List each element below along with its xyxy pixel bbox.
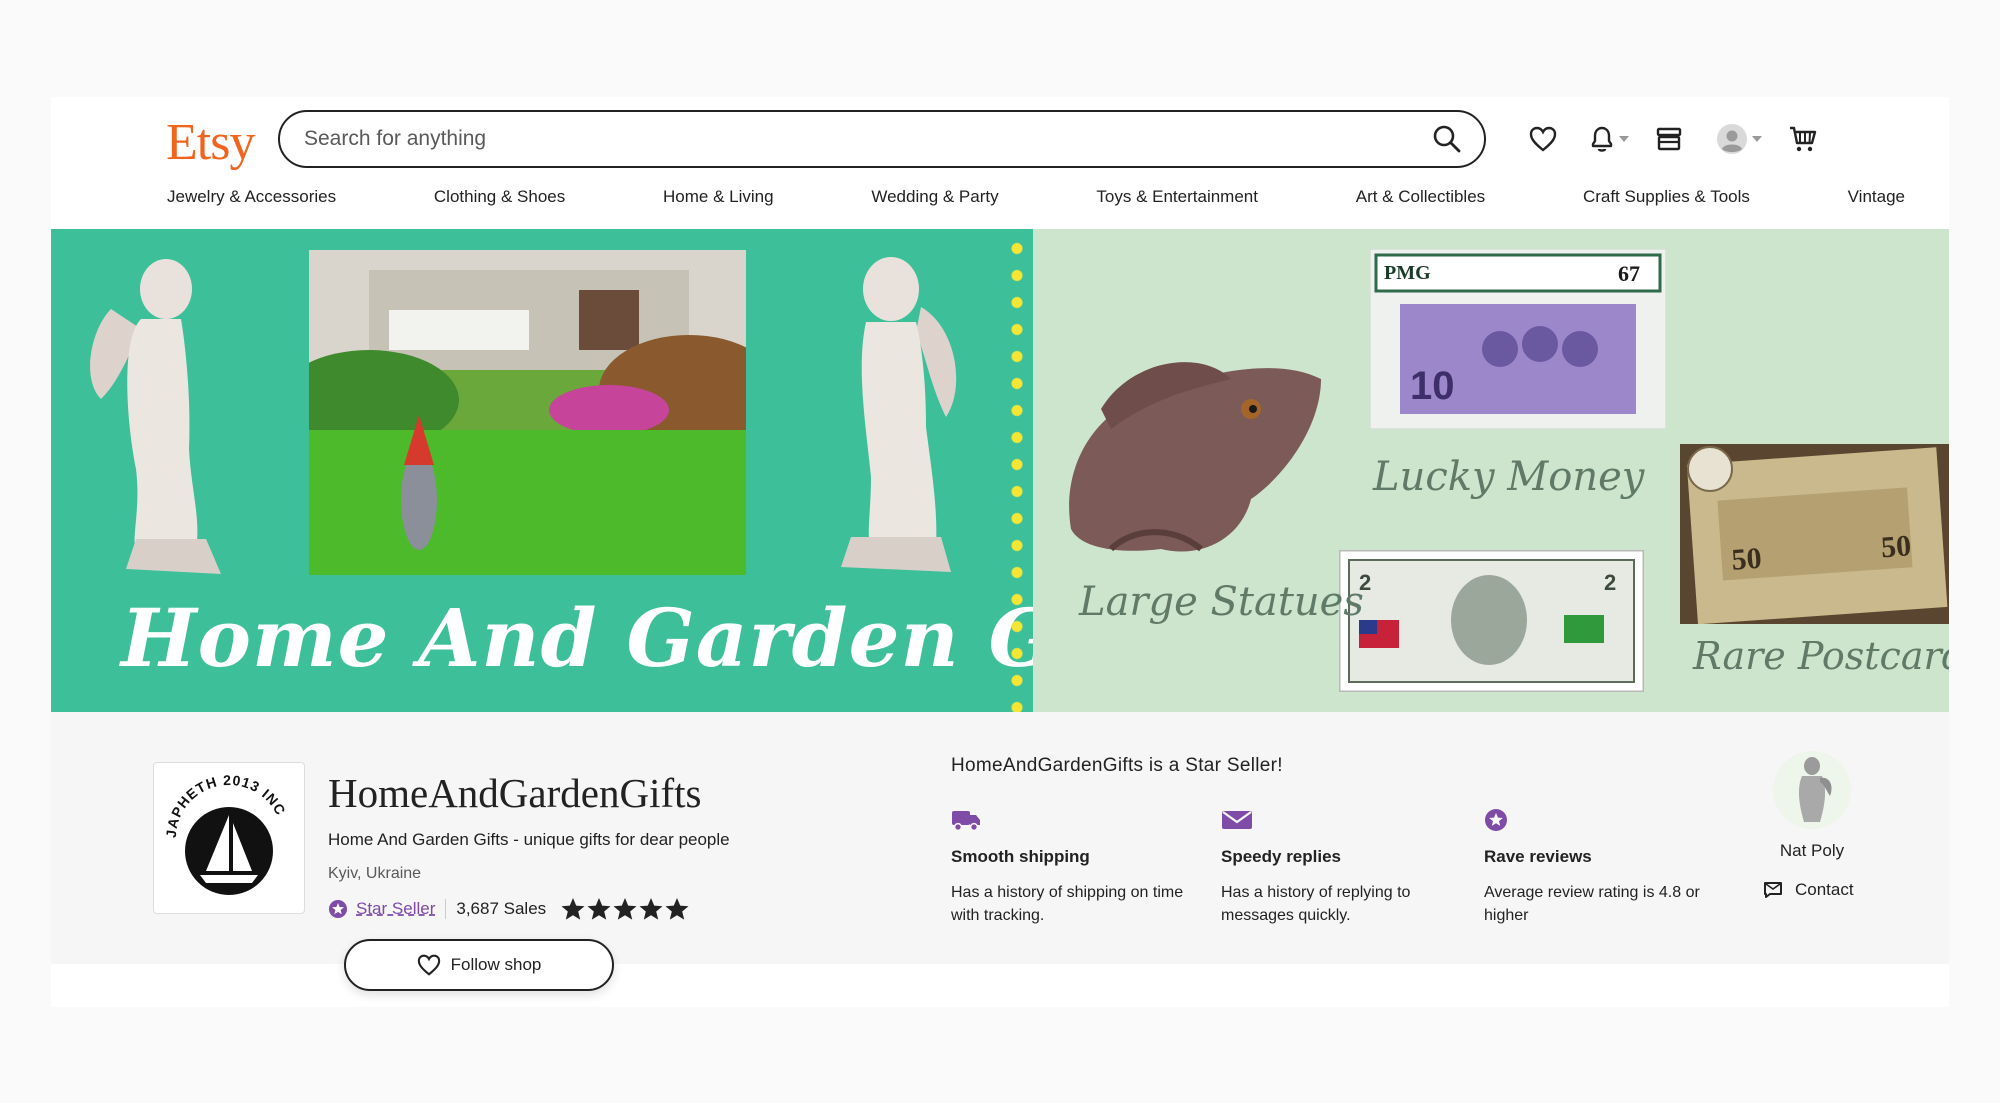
shop-meta: Star Seller 3,687 Sales	[328, 897, 690, 921]
message-icon	[1764, 882, 1782, 898]
angel-statue-image	[90, 259, 221, 574]
banner-dot-divider	[1006, 229, 1028, 712]
shop-icon	[1656, 127, 1682, 151]
svg-text:50: 50	[1730, 542, 1762, 577]
frog-statue-image	[1069, 362, 1321, 552]
avatar-icon	[1717, 124, 1747, 154]
etsy-logo[interactable]: Etsy	[166, 113, 255, 172]
banner-title: Home And Garden Gifts	[121, 591, 1033, 685]
nav-wedding-party[interactable]: Wedding & Party	[871, 187, 998, 207]
sailboat-logo-icon: JAPHETH 2013 INC	[163, 772, 288, 895]
nav-craft-supplies-tools[interactable]: Craft Supplies & Tools	[1583, 187, 1750, 207]
svg-text:2: 2	[1604, 570, 1616, 595]
label-rare-postcards: Rare Postcards	[1693, 634, 1949, 678]
search-button[interactable]	[1432, 124, 1462, 154]
svg-text:50: 50	[1880, 529, 1912, 564]
svg-text:10: 10	[1410, 364, 1455, 408]
label-lucky-money: Lucky Money	[1373, 454, 1645, 500]
star-icon	[639, 898, 663, 920]
contact-label: Contact	[1795, 880, 1854, 899]
search-icon	[1433, 125, 1461, 153]
nav-art-collectibles[interactable]: Art & Collectibles	[1356, 187, 1485, 207]
nav-vintage[interactable]: Vintage	[1848, 187, 1905, 207]
rating-stars	[560, 897, 690, 921]
owner-name: Nat Poly	[1779, 841, 1845, 860]
truck-icon	[952, 811, 980, 832]
star-icon	[587, 898, 611, 920]
sales-count: 3,687 Sales	[456, 899, 547, 918]
feature-description: Average review rating is 4.8 or higher	[1484, 884, 1700, 924]
cart-icon	[1790, 126, 1817, 152]
heart-icon	[1529, 126, 1557, 152]
svg-text:PMG: PMG	[1384, 262, 1431, 284]
nav-clothing-shoes[interactable]: Clothing & Shoes	[434, 187, 565, 207]
feature-speedy-replies: Speedy replies Has a history of replying…	[1221, 808, 1461, 927]
account-button[interactable]	[1709, 117, 1769, 161]
cart-button[interactable]	[1781, 117, 1825, 161]
contact-button[interactable]: Contact	[1763, 880, 1854, 900]
svg-text:67: 67	[1618, 261, 1640, 286]
shop-banner: Home And Garden Gifts PMG 67 10	[51, 229, 1949, 712]
search-input[interactable]	[302, 126, 1386, 152]
feature-title: Smooth shipping	[951, 847, 1090, 866]
follow-shop-button[interactable]: Follow shop	[344, 939, 614, 991]
nav-toys-entertainment[interactable]: Toys & Entertainment	[1096, 187, 1258, 207]
header-icons	[1521, 117, 1825, 161]
shop-owner[interactable]: Nat Poly	[1767, 750, 1857, 861]
star-icon	[561, 898, 585, 920]
search-bar[interactable]	[278, 110, 1486, 168]
canadian-banknote-image: PMG 67 10	[1370, 249, 1666, 429]
star-icon	[665, 898, 689, 920]
favorites-button[interactable]	[1521, 117, 1565, 161]
star-seller-badge-icon	[329, 900, 347, 918]
chevron-down-icon	[1619, 136, 1629, 142]
nav-jewelry-accessories[interactable]: Jewelry & Accessories	[167, 187, 336, 207]
shop-location: Kyiv, Ukraine	[328, 865, 422, 882]
shop-manager-button[interactable]	[1647, 117, 1691, 161]
banner-left-panel: Home And Garden Gifts	[51, 229, 1033, 712]
feature-description: Has a history of replying to messages qu…	[1221, 884, 1411, 924]
star-badge-icon	[1485, 809, 1507, 831]
shop-tagline: Home And Garden Gifts - unique gifts for…	[328, 830, 730, 849]
vintage-postcard-image: 50 50	[1680, 444, 1949, 624]
heart-icon	[417, 954, 440, 976]
category-nav: Jewelry & Accessories Clothing & Shoes H…	[167, 187, 1905, 207]
shop-name: HomeAndGardenGifts	[328, 770, 702, 816]
feature-description: Has a history of shipping on time with t…	[951, 884, 1184, 924]
cherub-statue-image	[841, 257, 957, 572]
follow-shop-label: Follow shop	[450, 955, 542, 974]
star-seller-link[interactable]: Star Seller	[356, 899, 435, 919]
star-seller-heading: HomeAndGardenGifts is a Star Seller!	[951, 755, 1283, 776]
star-icon	[613, 898, 637, 920]
feature-rave-reviews: Rave reviews Average review rating is 4.…	[1484, 808, 1724, 927]
banner-right-panel: PMG 67 10 2 2 50 50 Large Statues Lucky …	[1033, 229, 1949, 712]
shop-logo[interactable]: JAPHETH 2013 INC	[153, 762, 305, 914]
two-dollar-bill-image: 2 2	[1339, 550, 1644, 692]
notifications-button[interactable]	[1579, 117, 1639, 161]
feature-title: Speedy replies	[1221, 847, 1342, 866]
label-large-statues: Large Statues	[1079, 579, 1364, 625]
divider	[445, 899, 447, 919]
feature-smooth-shipping: Smooth shipping Has a history of shippin…	[951, 808, 1191, 927]
nav-home-living[interactable]: Home & Living	[663, 187, 774, 207]
feature-title: Rave reviews	[1484, 847, 1592, 866]
owner-avatar	[1773, 751, 1851, 829]
garden-photo	[309, 250, 746, 575]
bell-icon	[1591, 126, 1613, 152]
chevron-down-icon	[1752, 136, 1762, 142]
envelope-icon	[1222, 811, 1252, 829]
